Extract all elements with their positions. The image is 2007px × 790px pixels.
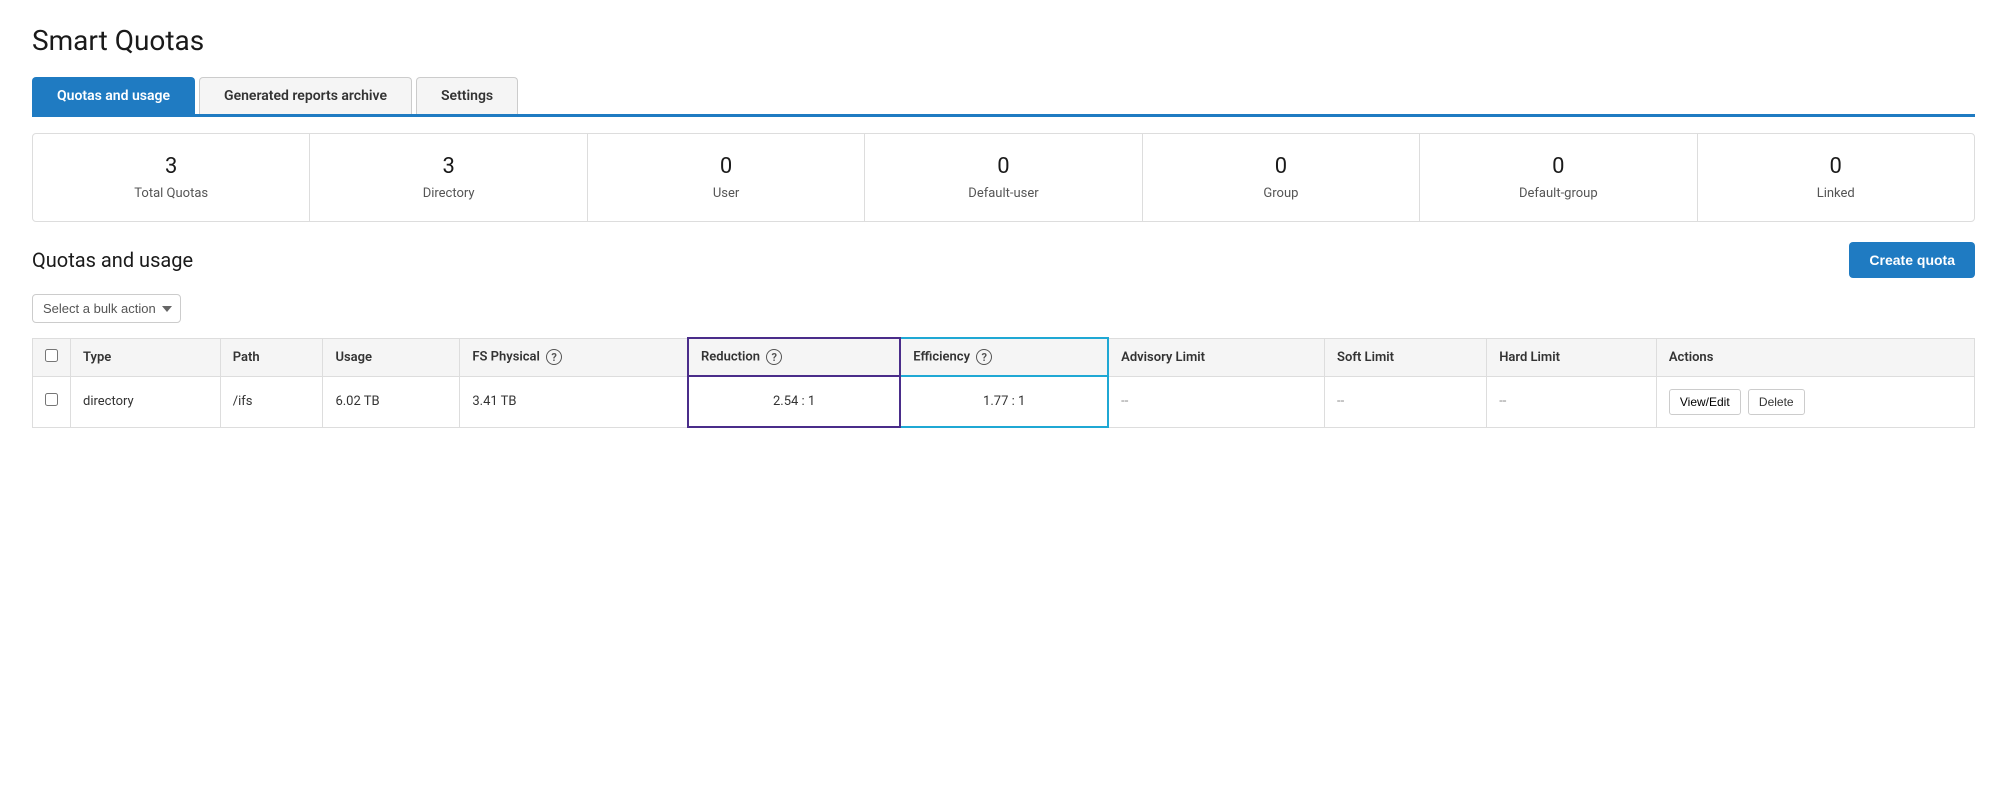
stat-linked-number: 0 [1708,154,1964,179]
section-title: Quotas and usage [32,248,193,272]
th-hard-limit: Hard Limit [1487,338,1657,376]
stat-group: 0 Group [1143,134,1420,221]
th-path: Path [220,338,323,376]
reduction-info-icon[interactable]: ? [766,349,782,365]
row-type: directory [71,376,221,427]
stat-default-user-label: Default-user [968,186,1038,201]
row-checkbox-cell [33,376,71,427]
section-header: Quotas and usage Create quota [32,242,1975,278]
stat-directory-label: Directory [423,186,475,201]
stat-user-number: 0 [598,154,854,179]
stats-box: 3 Total Quotas 3 Directory 0 User 0 Defa… [32,133,1975,222]
view-edit-button[interactable]: View/Edit [1669,389,1741,415]
table-row: directory /ifs 6.02 TB 3.41 TB 2.54 : 1 … [33,376,1975,427]
stat-user: 0 User [588,134,865,221]
stat-default-user-number: 0 [875,154,1131,179]
th-reduction: Reduction ? [688,338,900,376]
tab-reports-archive[interactable]: Generated reports archive [199,77,412,114]
stat-linked: 0 Linked [1698,134,1974,221]
row-hard-limit: -- [1487,376,1657,427]
stat-user-label: User [713,186,739,201]
stat-total-quotas-label: Total Quotas [134,186,208,201]
th-actions: Actions [1656,338,1974,376]
efficiency-info-icon[interactable]: ? [976,349,992,365]
th-type: Type [71,338,221,376]
stat-linked-label: Linked [1817,186,1855,201]
fs-physical-info-icon[interactable]: ? [546,349,562,365]
th-checkbox [33,338,71,376]
bulk-action-select[interactable]: Select a bulk action Delete selected [32,294,181,323]
page-title: Smart Quotas [32,24,1975,57]
stat-default-group: 0 Default-group [1420,134,1697,221]
stat-group-number: 0 [1153,154,1409,179]
th-efficiency: Efficiency ? [900,338,1108,376]
th-soft-limit: Soft Limit [1325,338,1487,376]
stat-group-label: Group [1263,186,1298,201]
row-fs-physical: 3.41 TB [460,376,688,427]
row-soft-limit: -- [1325,376,1487,427]
tabs-container: Quotas and usage Generated reports archi… [32,77,1975,117]
stat-default-user: 0 Default-user [865,134,1142,221]
stat-directory: 3 Directory [310,134,587,221]
stat-default-group-number: 0 [1430,154,1686,179]
row-path: /ifs [220,376,323,427]
stat-directory-number: 3 [320,154,576,179]
create-quota-button[interactable]: Create quota [1849,242,1975,278]
quota-table: Type Path Usage FS Physical ? Reduction … [32,337,1975,428]
tab-settings[interactable]: Settings [416,77,518,114]
delete-button[interactable]: Delete [1748,389,1805,415]
table-header-row: Type Path Usage FS Physical ? Reduction … [33,338,1975,376]
row-reduction: 2.54 : 1 [688,376,900,427]
th-usage: Usage [323,338,460,376]
row-usage: 6.02 TB [323,376,460,427]
stat-total-quotas: 3 Total Quotas [33,134,310,221]
stat-default-group-label: Default-group [1519,186,1598,201]
row-checkbox[interactable] [45,393,58,406]
select-all-checkbox[interactable] [45,349,58,362]
bulk-action-wrapper: Select a bulk action Delete selected [32,294,1975,323]
row-actions: View/Edit Delete [1656,376,1974,427]
tab-quotas-usage[interactable]: Quotas and usage [32,77,195,114]
th-fs-physical: FS Physical ? [460,338,688,376]
row-efficiency: 1.77 : 1 [900,376,1108,427]
stat-total-quotas-number: 3 [43,154,299,179]
row-advisory-limit: -- [1108,376,1324,427]
th-advisory-limit: Advisory Limit [1108,338,1324,376]
